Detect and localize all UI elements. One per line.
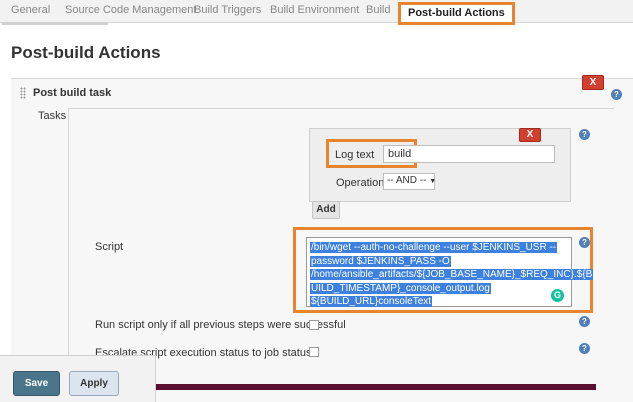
- help-icon[interactable]: ?: [579, 129, 590, 140]
- log-text-input[interactable]: build: [383, 145, 555, 163]
- tab-underline: [2, 22, 108, 25]
- help-icon[interactable]: ?: [579, 316, 590, 327]
- tab-source-code-management[interactable]: Source Code Management: [65, 4, 196, 16]
- operation-label: Operation: [336, 177, 385, 189]
- help-icon[interactable]: ?: [579, 343, 590, 354]
- script-text: /bin/wget --auth-no-challenge --user $JE…: [310, 241, 594, 309]
- divider-bar: [118, 384, 596, 390]
- delete-log-text-button[interactable]: X: [519, 128, 541, 142]
- operation-select[interactable]: -- AND -- ▼: [383, 173, 437, 190]
- dropdown-arrow-icon: ▼: [429, 178, 437, 185]
- escalate-status-checkbox[interactable]: [309, 347, 319, 357]
- script-line: /bin/wget --auth-no-challenge --user $JE…: [310, 242, 558, 253]
- help-icon[interactable]: ?: [579, 237, 590, 248]
- tab-bar: General Source Code Management Build Tri…: [0, 0, 633, 25]
- help-icon[interactable]: ?: [611, 89, 622, 100]
- apply-button[interactable]: Apply: [69, 371, 119, 396]
- script-line: password $JENKINS_PASS -O: [310, 255, 451, 267]
- log-text-label: Log text: [335, 149, 375, 161]
- tab-build[interactable]: Build: [366, 4, 390, 16]
- script-label: Script: [95, 241, 124, 253]
- tab-build-triggers[interactable]: Build Triggers: [194, 4, 261, 16]
- tab-general[interactable]: General: [11, 4, 50, 16]
- run-if-success-checkbox[interactable]: [309, 320, 319, 330]
- script-line: UILD_TIMESTAMP}_console_output.log: [310, 282, 491, 294]
- tab-build-environment[interactable]: Build Environment: [270, 4, 359, 16]
- add-button[interactable]: Add: [312, 201, 340, 219]
- drag-handle-icon[interactable]: [20, 87, 26, 99]
- page-title: Post-build Actions: [11, 43, 161, 62]
- script-line: ${BUILD_URL}consoleText: [310, 296, 433, 307]
- tab-post-build-actions[interactable]: Post-build Actions: [398, 2, 515, 25]
- tasks-label: Tasks: [38, 110, 67, 122]
- save-button[interactable]: Save: [13, 371, 60, 396]
- script-line: /home/ansible_artifacts/${JOB_BASE_NAME}…: [310, 269, 594, 280]
- section-header: Post build task: [33, 87, 112, 99]
- delete-task-button[interactable]: X: [582, 75, 604, 90]
- operation-value: -- AND --: [387, 175, 427, 186]
- grammarly-icon[interactable]: G: [551, 289, 564, 302]
